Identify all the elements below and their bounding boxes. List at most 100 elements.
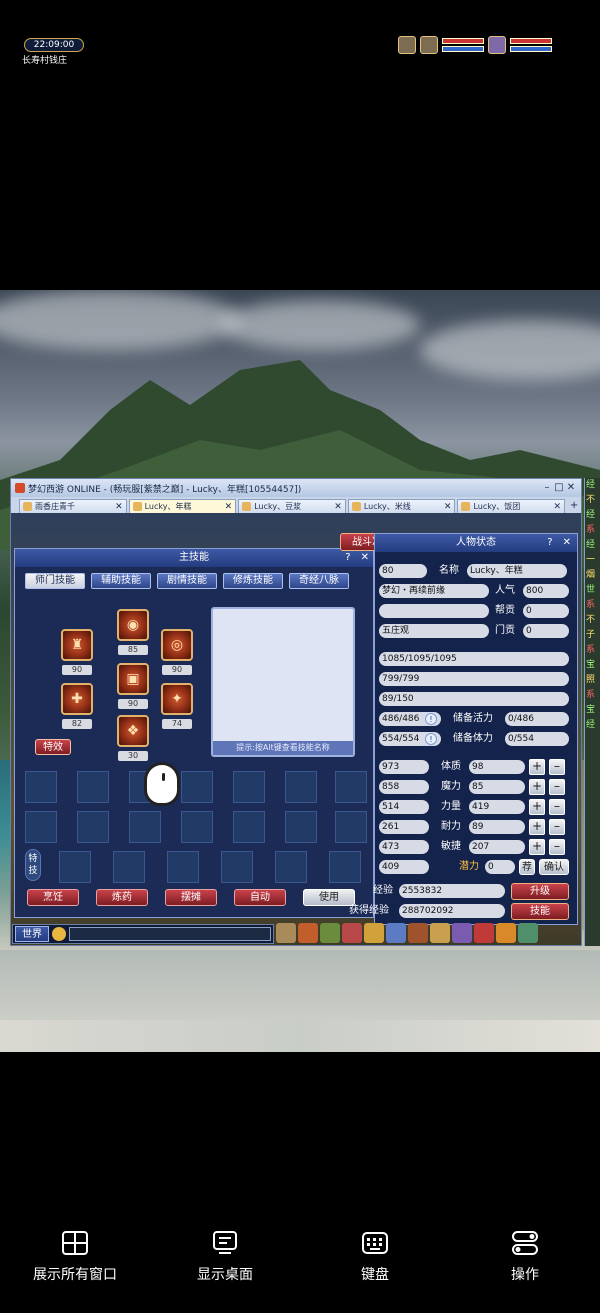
skill-slot[interactable] [113,851,145,883]
tab-account-4[interactable]: Lucky、米线 ✕ [347,499,456,513]
skill-slot[interactable] [59,851,91,883]
item-icon[interactable] [474,923,494,943]
skill-icon[interactable]: ◎ [161,629,193,661]
show-desktop-button[interactable]: 显示桌面 [150,1230,300,1300]
tab-cultivation-skills[interactable]: 修炼技能 [223,573,283,589]
world-channel-button[interactable]: 世界 [15,926,49,942]
skill-icon[interactable]: ◉ [117,609,149,641]
avatar-icon [23,502,32,511]
minus-icon[interactable]: – [549,799,565,815]
title-field[interactable]: 梦幻・再续前缘 [379,584,489,598]
info-icon[interactable]: ! [425,733,437,745]
confirm-button[interactable]: 确认 [539,859,569,875]
plus-icon[interactable]: + [529,839,545,855]
tab-account-3[interactable]: Lucky、豆浆 ✕ [238,499,346,513]
tab-sect-skills[interactable]: 师门技能 [25,573,85,589]
minus-icon[interactable]: – [549,819,565,835]
skill-slot[interactable] [233,771,265,803]
stall-button[interactable]: 摆摊 [165,889,217,906]
character-status-panel: 人物状态 ? ✕ 80 名称 Lucky、年糕 梦幻・再续前缘 人气 800 帮… [349,533,578,925]
skill-slot[interactable] [25,811,57,843]
plus-icon[interactable]: + [529,819,545,835]
skill-slot[interactable] [335,811,367,843]
item-icon[interactable] [496,923,516,943]
close-icon[interactable]: ✕ [563,534,571,552]
item-icon[interactable] [342,923,362,943]
use-button[interactable]: 使用 [303,889,355,906]
close-tab-icon[interactable]: ✕ [334,502,342,512]
tab-account-5[interactable]: Lucky、饭团 ✕ [457,499,566,513]
skill-button[interactable]: 技能 [511,903,569,920]
skill-slot[interactable] [275,851,307,883]
chat-input[interactable] [69,927,271,941]
tab-story-skills[interactable]: 剧情技能 [157,573,217,589]
item-icon[interactable] [320,923,340,943]
show-all-windows-button[interactable]: 展示所有窗口 [0,1230,150,1300]
close-tab-icon[interactable]: ✕ [554,502,562,512]
pet-portrait-icon[interactable] [420,36,438,54]
plus-icon[interactable]: + [529,759,545,775]
alchemy-button[interactable]: 炼药 [96,889,148,906]
minus-icon[interactable]: – [549,759,565,775]
minus-icon[interactable]: – [549,779,565,795]
info-icon[interactable]: ! [425,713,437,725]
tab-account-1[interactable]: 雨香庄青千 ✕ [19,499,127,513]
close-icon[interactable]: ✕ [565,482,577,494]
skill-icon[interactable]: ▣ [117,663,149,695]
tab-support-skills[interactable]: 辅助技能 [91,573,151,589]
skill-icon[interactable]: ✦ [161,683,193,715]
close-tab-icon[interactable]: ✕ [225,502,233,512]
item-icon[interactable] [518,923,538,943]
skill-icon[interactable]: ❖ [117,715,149,747]
skill-slot[interactable] [25,771,57,803]
minus-icon[interactable]: – [549,839,565,855]
item-icon[interactable] [298,923,318,943]
minimize-icon[interactable]: – [541,482,553,494]
skill-description-box: 提示:按Alt键查看技能名称 [211,607,355,757]
add-tab-icon[interactable]: + [567,499,581,513]
plus-icon[interactable]: + [529,779,545,795]
portrait-icon[interactable] [488,36,506,54]
keyboard-button[interactable]: 键盘 [300,1230,450,1300]
cook-button[interactable]: 烹饪 [27,889,79,906]
recommend-button[interactable]: 荐 [519,859,535,875]
skill-slot[interactable] [233,811,265,843]
skill-icon[interactable]: ✚ [61,683,93,715]
adjacent-window-strip[interactable]: 经 不 经 系 经 一 烟 世 系 不 子 系 宝 照 系 宝 经 [584,478,600,946]
close-tab-icon[interactable]: ✕ [444,502,452,512]
skill-slot[interactable] [129,811,161,843]
skill-slot[interactable] [285,811,317,843]
tab-account-2[interactable]: Lucky、年糕 ✕ [128,499,237,513]
skill-slot[interactable] [77,811,109,843]
skill-slot[interactable] [221,851,253,883]
skill-slot[interactable] [285,771,317,803]
emoji-icon[interactable] [52,927,66,941]
skill-slot[interactable] [181,771,213,803]
skill-icon[interactable]: ♜ [61,629,93,661]
close-tab-icon[interactable]: ✕ [115,502,123,512]
skill-slot[interactable] [167,851,199,883]
help-icon[interactable]: ? [345,549,350,567]
item-icon[interactable] [386,923,406,943]
item-icon[interactable] [430,923,450,943]
panel-header[interactable]: 人物状态 ? ✕ [375,534,577,552]
help-icon[interactable]: ? [547,534,552,552]
character-portrait-icon[interactable] [398,36,416,54]
item-icon[interactable] [452,923,472,943]
maximize-icon[interactable]: □ [553,482,565,494]
skill-slot[interactable] [329,851,361,883]
upgrade-button[interactable]: 升级 [511,883,569,900]
special-effect-button[interactable]: 特效 [35,739,71,755]
auto-button[interactable]: 自动 [234,889,286,906]
operation-button[interactable]: 操作 [450,1230,600,1300]
skill-slot[interactable] [181,811,213,843]
skill-slot[interactable] [77,771,109,803]
item-icon[interactable] [364,923,384,943]
plus-icon[interactable]: + [529,799,545,815]
panel-header[interactable]: 主技能 ? ✕ [15,549,373,567]
window-titlebar[interactable]: 梦幻西游 ONLINE - (畅玩服[紫禁之巅] - Lucky、年糕[1055… [11,479,581,497]
item-icon[interactable] [408,923,428,943]
item-icon[interactable] [276,923,296,943]
tab-meridians[interactable]: 奇经八脉 [289,573,349,589]
skill-slot[interactable] [335,771,367,803]
